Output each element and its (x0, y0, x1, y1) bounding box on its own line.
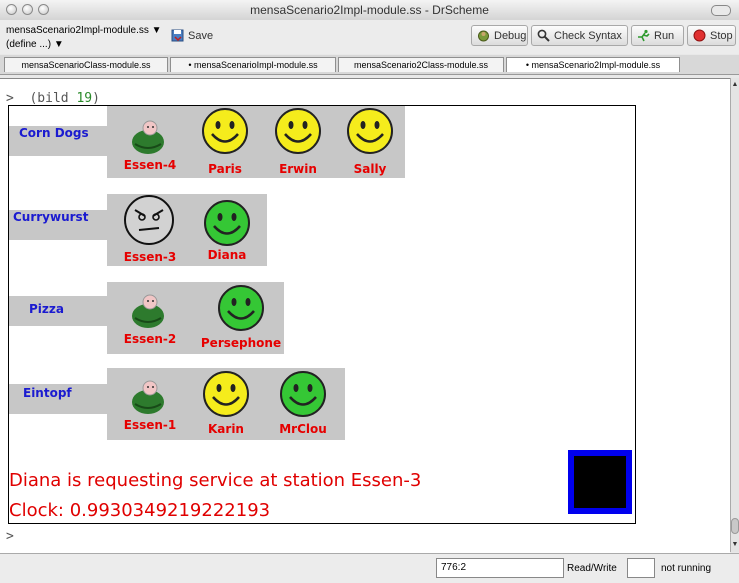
check-syntax-label: Check Syntax (554, 29, 622, 42)
check-syntax-button[interactable]: Check Syntax (531, 25, 628, 46)
scroll-down-icon[interactable]: ▼ (731, 540, 739, 549)
scroll-up-icon[interactable]: ▲ (731, 80, 739, 89)
smiley-yellow-icon (346, 107, 394, 158)
title-bar: mensaScenario2Impl-module.ss - DrScheme (0, 0, 739, 21)
read-write-mode: Read/Write (567, 563, 617, 574)
magnifier-icon (537, 29, 550, 42)
smiley-green-icon (203, 199, 251, 250)
angry-face-icon (123, 194, 175, 249)
running-status: not running (661, 563, 712, 574)
define-menu-label: (define ...) (6, 39, 52, 50)
smiley-green-icon (279, 370, 327, 421)
status-bar: 776:2 Read/Write not running (0, 553, 739, 583)
repl-command-open: (bild (29, 91, 77, 106)
customer-label: Diana (207, 248, 247, 262)
tab-bar: mensaScenarioClass-module.ss • mensaScen… (0, 55, 739, 75)
smiley-yellow-icon (202, 370, 250, 421)
station-label: Essen-1 (123, 418, 177, 432)
stop-button[interactable]: Stop (687, 25, 736, 46)
running-man-icon (637, 29, 650, 42)
activity-box (627, 558, 655, 578)
smiley-yellow-icon (201, 107, 249, 158)
cook-icon (127, 290, 169, 333)
customer-label: Paris (208, 162, 242, 176)
customer-label: Erwin (279, 162, 317, 176)
stop-icon (693, 29, 706, 42)
vertical-scrollbar[interactable]: ▲ ▼ (730, 78, 739, 552)
customer-label: Karin (208, 422, 244, 436)
repl-command: > (bild 19) (6, 91, 100, 106)
status-message: Diana is requesting service at station E… (9, 470, 422, 491)
simulation-canvas: Corn Dogs Essen-4 Paris Erwin Sally Curr… (8, 105, 636, 524)
save-icon (171, 29, 184, 42)
food-label: Pizza (29, 302, 64, 316)
service-indicator (568, 450, 632, 514)
toolbar-toggle-button[interactable] (711, 5, 731, 16)
save-button[interactable]: Save (166, 25, 216, 46)
smiley-green-icon (217, 284, 265, 335)
food-label: Currywurst (13, 210, 89, 224)
tab-mensa-scenario2-impl[interactable]: • mensaScenario2Impl-module.ss (506, 57, 680, 72)
stop-label: Stop (710, 29, 733, 42)
repl-prompt: > (6, 91, 14, 106)
run-label: Run (654, 29, 675, 42)
repl-command-arg: 19 (76, 91, 93, 106)
bug-icon (477, 29, 490, 42)
window-title: mensaScenario2Impl-module.ss - DrScheme (250, 3, 489, 17)
station-label: Essen-4 (123, 158, 177, 172)
food-label: Corn Dogs (19, 126, 89, 140)
customer-label: Persephone (200, 336, 282, 350)
cook-icon (127, 376, 169, 419)
interactions-pane[interactable]: > (bild 19) Corn Dogs Essen-4 Paris Erwi… (0, 78, 730, 553)
repl-prompt-empty: > (6, 529, 14, 544)
station-label: Essen-2 (123, 332, 177, 346)
repl-command-close: ) (92, 91, 100, 106)
customer-label: MrClou (279, 422, 327, 436)
file-menu-label: mensaScenario2Impl-module.ss (6, 25, 149, 36)
save-label: Save (188, 29, 214, 42)
toolbar: mensaScenario2Impl-module.ss ▼ (define .… (0, 20, 739, 54)
define-menu[interactable]: (define ...) ▼ (6, 39, 64, 50)
food-label: Eintopf (23, 386, 72, 400)
tab-mensa-scenario2-class[interactable]: mensaScenario2Class-module.ss (338, 57, 504, 72)
scroll-thumb[interactable] (731, 518, 739, 534)
debug-label: Debug (494, 29, 527, 42)
customer-label: Sally (353, 162, 387, 176)
tab-mensa-scenario-impl[interactable]: • mensaScenarioImpl-module.ss (170, 57, 336, 72)
clock-readout: Clock: 0.9930349219222193 (9, 500, 271, 521)
smiley-yellow-icon (274, 107, 322, 158)
chevron-down-icon: ▼ (151, 25, 162, 36)
tab-mensa-scenario-class[interactable]: mensaScenarioClass-module.ss (4, 57, 168, 72)
cook-icon (127, 116, 169, 159)
run-button[interactable]: Run (631, 25, 684, 46)
station-label: Essen-3 (123, 250, 177, 264)
file-menu[interactable]: mensaScenario2Impl-module.ss ▼ (6, 25, 162, 36)
chevron-down-icon: ▼ (53, 39, 64, 50)
cursor-position: 776:2 (436, 558, 564, 578)
service-indicator-fill (574, 456, 626, 508)
debug-button[interactable]: Debug (471, 25, 528, 46)
